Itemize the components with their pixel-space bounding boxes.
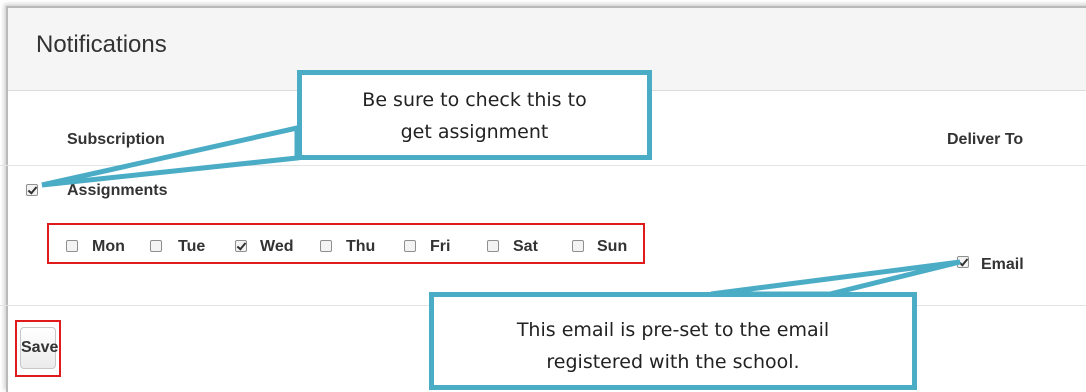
day-label-mon: Mon	[92, 238, 125, 255]
callout-text-line: This email is pre-set to the email	[516, 319, 830, 341]
callout-text-line: registered with the school.	[546, 351, 800, 373]
day-label-tue: Tue	[178, 238, 206, 255]
day-label-thu: Thu	[346, 238, 376, 255]
day-label-fri: Fri	[430, 238, 451, 255]
day-label-sun: Sun	[597, 238, 628, 255]
day-checkbox-tue[interactable]	[150, 240, 162, 252]
assignments-checkbox[interactable]	[26, 184, 38, 196]
day-checkbox-sun[interactable]	[572, 240, 584, 252]
day-label-sat: Sat	[513, 238, 538, 255]
check-assignment-callout: Be sure to check this to get assignment	[297, 70, 652, 160]
panel-title: Notifications	[36, 31, 167, 58]
callout-text-line: get assignment	[400, 121, 549, 143]
subscription-column-header: Subscription	[67, 131, 165, 148]
email-preset-callout: This email is pre-set to the email regis…	[429, 292, 917, 390]
save-button[interactable]: Save	[20, 327, 58, 369]
day-checkbox-sat[interactable]	[487, 240, 499, 252]
deliver-to-column-header: Deliver To	[947, 131, 1024, 148]
email-checkbox[interactable]	[957, 256, 969, 268]
day-checkbox-thu[interactable]	[320, 240, 332, 252]
day-checkbox-wed[interactable]	[235, 240, 247, 252]
day-label-wed: Wed	[260, 238, 294, 255]
day-checkbox-fri[interactable]	[404, 240, 416, 252]
email-label: Email	[981, 256, 1024, 273]
header-divider	[0, 165, 1086, 166]
day-checkbox-mon[interactable]	[66, 240, 78, 252]
assignments-label: Assignments	[67, 182, 168, 199]
callout-text-line: Be sure to check this to	[362, 89, 587, 111]
